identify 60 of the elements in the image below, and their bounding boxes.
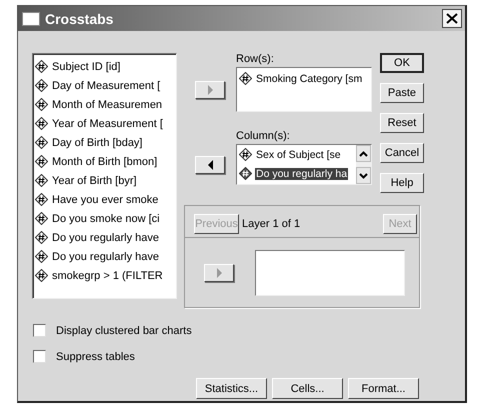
dialog-button[interactable]: Paste [380, 83, 424, 103]
layer-list[interactable] [255, 250, 405, 296]
layer-label: Layer 1 of 1 [242, 218, 302, 230]
variable-item[interactable]: smokegrp > 1 (FILTER [35, 266, 174, 285]
close-button[interactable] [442, 9, 462, 28]
variable-icon [35, 155, 48, 168]
dialog-button[interactable]: Format... [348, 378, 419, 399]
dialog-button[interactable]: Cancel [380, 143, 424, 163]
variable-item[interactable]: Year of Measurement [ [35, 114, 174, 133]
variable-icon [239, 72, 252, 85]
chevron-up-icon [359, 150, 368, 156]
variable-icon [35, 117, 48, 130]
variable-icon [35, 60, 48, 73]
variable-icon [35, 231, 48, 244]
variable-item[interactable]: Have you ever smoke [35, 190, 174, 209]
variable-icon [239, 167, 252, 180]
variable-item[interactable]: Do you regularly have [35, 247, 174, 266]
variable-icon [35, 136, 48, 149]
dialog-button[interactable]: Cells... [272, 378, 343, 399]
columns-list[interactable]: Sex of Subject [se Do you regularly ha [236, 144, 372, 185]
rows-label: Row(s): [236, 53, 275, 66]
variable-icon [35, 174, 48, 187]
scroll-up-button[interactable] [356, 145, 371, 162]
rows-list[interactable]: Smoking Category [sm [236, 67, 372, 112]
dialog-button[interactable]: OK [380, 53, 424, 73]
variable-icon [35, 193, 48, 206]
checkbox-label: Suppress tables [56, 350, 135, 362]
variable-item[interactable]: Day of Birth [bday] [35, 133, 174, 152]
variable-icon [35, 79, 48, 92]
variable-icon [239, 148, 252, 161]
scroll-down-button[interactable] [356, 167, 371, 184]
checkbox[interactable] [33, 324, 46, 337]
dialog-button[interactable]: Help [380, 173, 424, 193]
triangle-icon [216, 268, 222, 278]
variable-item[interactable]: Do you regularly have [35, 228, 174, 247]
checkbox-label: Display clustered bar charts [56, 324, 192, 336]
variable-item[interactable]: Do you smoke now [ci [35, 209, 174, 228]
window-title: Crosstabs [45, 10, 114, 26]
variable-icon [35, 212, 48, 225]
triangle-icon [206, 160, 214, 170]
variable-icon [35, 250, 48, 263]
variable-icon [35, 98, 48, 111]
triangle-icon [206, 85, 214, 95]
chevron-down-icon [359, 172, 368, 178]
variable-item[interactable]: Year of Birth [byr] [35, 171, 174, 190]
close-icon [446, 13, 458, 24]
dialog-button[interactable]: Statistics... [196, 378, 267, 399]
variable-item[interactable]: Sex of Subject [se [239, 145, 356, 164]
dialog-button[interactable]: Reset [380, 113, 424, 133]
variable-item[interactable]: Month of Measuremen [35, 95, 174, 114]
variable-item[interactable]: Smoking Category [sm [239, 69, 371, 88]
variable-list[interactable] [32, 53, 177, 299]
variable-item[interactable]: Day of Measurement [ [35, 76, 174, 95]
window-icon [22, 12, 40, 26]
checkbox[interactable] [33, 350, 46, 363]
variable-item[interactable]: Subject ID [id] [35, 57, 174, 76]
columns-label: Column(s): [236, 130, 291, 143]
move-button[interactable] [195, 156, 225, 174]
variable-item[interactable]: Month of Birth [bmon] [35, 152, 174, 171]
variable-icon [35, 269, 48, 282]
